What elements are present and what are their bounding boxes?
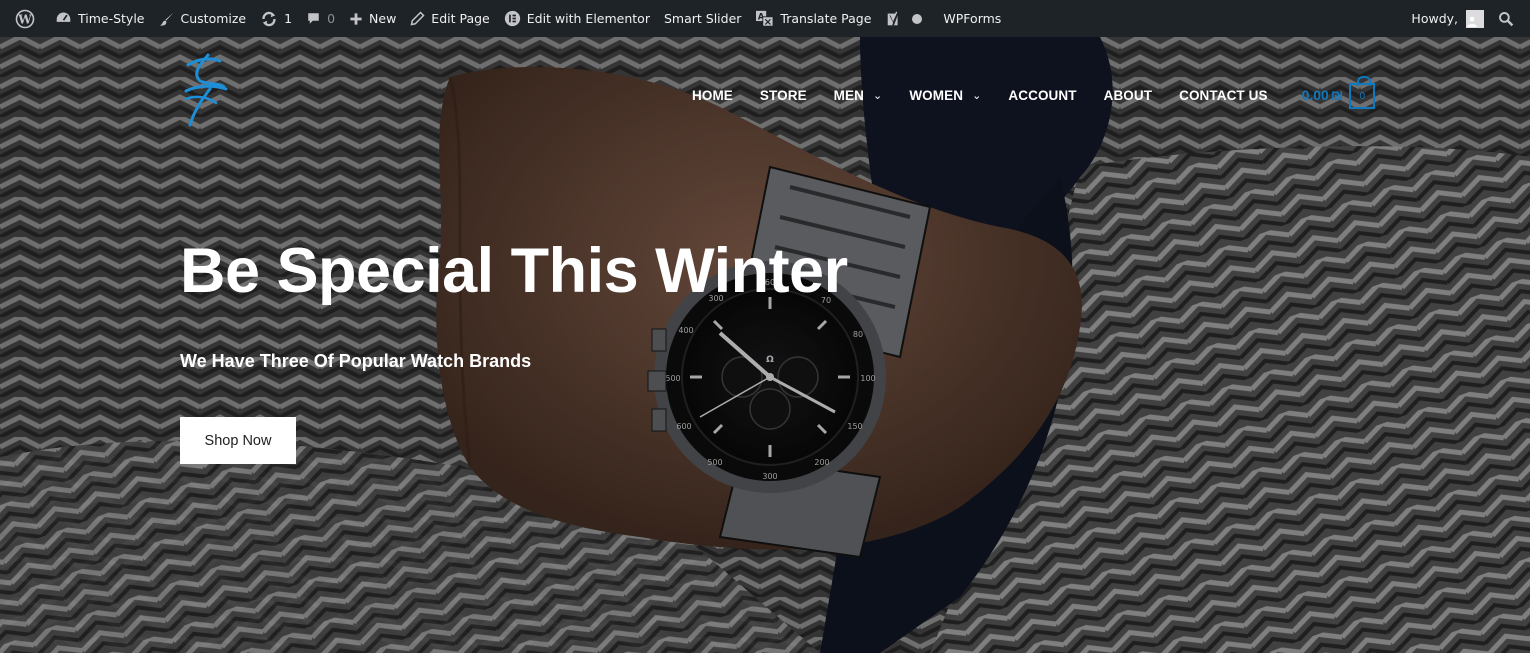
translate-icon: A: [756, 10, 774, 27]
chevron-down-icon: ⌄: [972, 89, 982, 102]
wpforms-label: WPForms: [943, 11, 1002, 26]
svg-text:W: W: [17, 12, 32, 26]
cart-total: 0.00: [1301, 87, 1329, 103]
hero-slider: 60 70 80 100 150 200 300 500 600 500 400 300 Ω: [0, 37, 1530, 653]
nav-about-label: ABOUT: [1103, 87, 1153, 103]
update-icon: [262, 11, 276, 26]
nav-women-label: WOMEN: [909, 87, 964, 103]
brand-logo-icon[interactable]: [180, 51, 230, 127]
edit-page-link[interactable]: Edit Page: [403, 0, 496, 37]
cart-count: 0: [1359, 90, 1365, 102]
nav-men-label: MEN: [833, 87, 864, 103]
elementor-link[interactable]: Edit with Elementor: [497, 0, 657, 37]
nav-account[interactable]: ACCOUNT: [1008, 88, 1076, 103]
dashboard-icon: [56, 12, 71, 22]
chevron-down-icon: ⌄: [872, 89, 883, 102]
cart-currency: ₪: [1330, 87, 1344, 103]
cart-link[interactable]: 0.00 ₪ 0: [1301, 76, 1376, 109]
translate-page-link[interactable]: A Translate Page: [748, 0, 878, 37]
customize-link[interactable]: Customize: [152, 0, 254, 37]
nav-contact-us-label: CONTACT US: [1179, 87, 1268, 103]
nav-home[interactable]: HOME: [692, 88, 733, 103]
shop-now-button[interactable]: Shop Now: [180, 417, 296, 464]
nav-women[interactable]: WOMEN ⌄: [909, 88, 981, 103]
yoast-icon: [888, 10, 900, 25]
nav-store-label: STORE: [759, 87, 807, 103]
new-content-label: New: [369, 11, 397, 26]
smart-slider-label: Smart Slider: [663, 11, 742, 26]
wpforms-link[interactable]: WPForms: [936, 0, 1008, 37]
search-button[interactable]: [1494, 0, 1520, 37]
pencil-icon: [410, 11, 425, 26]
updates-link[interactable]: 1: [253, 0, 299, 37]
elementor-icon: [504, 10, 520, 27]
new-content-menu[interactable]: New: [342, 0, 403, 37]
customize-label: Customize: [180, 11, 247, 26]
wordpress-icon: W: [15, 9, 35, 28]
comments-link[interactable]: 0: [299, 0, 342, 37]
edit-page-label: Edit Page: [431, 11, 490, 26]
hero-title: Be Special This Winter: [180, 236, 848, 306]
nav-about[interactable]: ABOUT: [1104, 88, 1153, 103]
smart-slider-link[interactable]: Smart Slider: [657, 0, 748, 37]
status-dot-icon: [912, 13, 923, 24]
my-account-menu[interactable]: Howdy,: [1411, 0, 1494, 37]
howdy-label: Howdy,: [1411, 11, 1458, 26]
wp-logo-menu[interactable]: W: [8, 0, 48, 37]
main-navigation: HOME STORE MEN ⌄ WOMEN ⌄ ACCOUNT ABOUT CON…: [692, 76, 1376, 109]
site-name-menu[interactable]: Time-Style: [48, 0, 152, 37]
nav-store[interactable]: STORE: [760, 88, 807, 103]
plus-icon: [350, 12, 362, 25]
nav-home-label: HOME: [692, 87, 733, 103]
avatar: [1466, 9, 1484, 28]
hero-subtitle: We Have Three Of Popular Watch Brands: [180, 351, 532, 371]
translate-page-label: Translate Page: [780, 11, 872, 26]
brush-icon: [159, 12, 173, 26]
site-name-label: Time-Style: [78, 11, 145, 26]
nav-account-label: ACCOUNT: [1008, 87, 1077, 103]
comment-icon: [308, 13, 319, 24]
yoast-seo-menu[interactable]: [878, 0, 936, 37]
elementor-label: Edit with Elementor: [526, 11, 650, 26]
nav-contact-us[interactable]: CONTACT US: [1179, 88, 1268, 103]
updates-count: 1: [284, 11, 293, 26]
shopping-bag-icon: 0: [1349, 76, 1376, 109]
nav-men[interactable]: MEN ⌄: [834, 88, 883, 103]
hero-overlay: [0, 37, 1530, 653]
admin-bar: W Time-Style Customize 1 0 New Edit Page…: [0, 0, 1530, 37]
comments-count: 0: [327, 11, 336, 26]
search-icon: [1499, 11, 1514, 26]
